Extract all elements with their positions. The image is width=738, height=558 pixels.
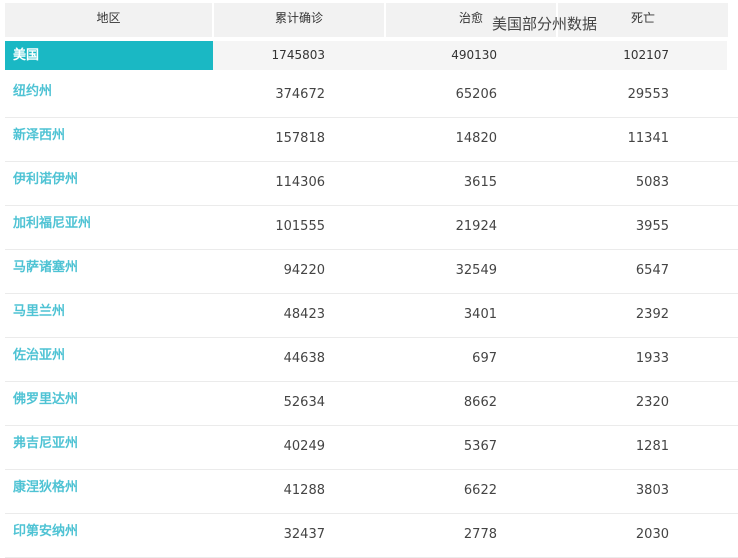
deaths-cell: 5083	[635, 175, 669, 190]
state-name-link[interactable]: 佛罗里达州	[13, 382, 78, 418]
recovered-cell: 65206	[455, 87, 497, 102]
table-row[interactable]: 佐治亚州 44638 697 1933	[5, 338, 738, 382]
state-rows: 纽约州 374672 65206 29553 新泽西州 157818 14820 11341…	[5, 74, 738, 558]
deaths-cell: 3803	[635, 483, 669, 498]
confirmed-cell: 44638	[283, 351, 325, 366]
confirmed-cell: 101555	[275, 219, 325, 234]
state-name-link[interactable]: 弗吉尼亚州	[13, 426, 78, 462]
confirmed-cell: 157818	[275, 131, 325, 146]
deaths-cell: 29553	[627, 87, 669, 102]
deaths-cell: 1933	[635, 351, 669, 366]
state-name-link[interactable]: 新泽西州	[13, 118, 65, 154]
state-name-link[interactable]: 纽约州	[13, 74, 52, 110]
confirmed-cell: 48423	[283, 307, 325, 322]
confirmed-cell: 94220	[283, 263, 325, 278]
confirmed-cell: 40249	[283, 439, 325, 454]
table-row[interactable]: 加利福尼亚州 101555 21924 3955	[5, 206, 738, 250]
recovered-cell: 697	[472, 351, 497, 366]
state-name-link[interactable]: 马萨诸塞州	[13, 250, 78, 286]
table-row[interactable]: 佛罗里达州 52634 8662 2320	[5, 382, 738, 426]
deaths-cell: 2030	[635, 527, 669, 542]
confirmed-cell: 114306	[275, 175, 325, 190]
deaths-cell: 11341	[627, 131, 669, 146]
header-region[interactable]: 地区	[5, 3, 212, 37]
table-row[interactable]: 马萨诸塞州 94220 32549 6547	[5, 250, 738, 294]
deaths-cell: 2320	[635, 395, 669, 410]
table-header: 地区 累计确诊 治愈 死亡	[5, 3, 738, 37]
state-name-link[interactable]: 加利福尼亚州	[13, 206, 91, 242]
total-confirmed: 1745803	[271, 48, 325, 62]
table-row[interactable]: 马里兰州 48423 3401 2392	[5, 294, 738, 338]
recovered-cell: 32549	[455, 263, 497, 278]
recovered-cell: 5367	[463, 439, 497, 454]
deaths-cell: 1281	[635, 439, 669, 454]
state-name-link[interactable]: 康涅狄格州	[13, 470, 78, 506]
table-row[interactable]: 弗吉尼亚州 40249 5367 1281	[5, 426, 738, 470]
recovered-cell: 3615	[463, 175, 497, 190]
total-deaths: 102107	[623, 48, 669, 62]
recovered-cell: 21924	[455, 219, 497, 234]
state-name-link[interactable]: 伊利诺伊州	[13, 162, 78, 198]
state-name-link[interactable]: 佐治亚州	[13, 338, 65, 374]
deaths-cell: 3955	[635, 219, 669, 234]
table-row[interactable]: 印第安纳州 32437 2778 2030	[5, 514, 738, 558]
confirmed-cell: 52634	[283, 395, 325, 410]
confirmed-cell: 32437	[283, 527, 325, 542]
total-row[interactable]: 美国 1745803 490130 102107	[5, 41, 727, 70]
total-region: 美国	[5, 41, 213, 70]
total-recovered: 490130	[451, 48, 497, 62]
table-row[interactable]: 纽约州 374672 65206 29553	[5, 74, 738, 118]
recovered-cell: 6622	[463, 483, 497, 498]
confirmed-cell: 41288	[283, 483, 325, 498]
table-row[interactable]: 康涅狄格州 41288 6622 3803	[5, 470, 738, 514]
recovered-cell: 8662	[463, 395, 497, 410]
table-row[interactable]: 新泽西州 157818 14820 11341	[5, 118, 738, 162]
recovered-cell: 14820	[455, 131, 497, 146]
state-data-table: 地区 累计确诊 治愈 死亡 美国 1745803 490130 102107 纽…	[5, 3, 738, 558]
deaths-cell: 6547	[635, 263, 669, 278]
confirmed-cell: 374672	[275, 87, 325, 102]
state-name-link[interactable]: 马里兰州	[13, 294, 65, 330]
overlay-title: 美国部分州数据	[492, 15, 598, 33]
table-row[interactable]: 伊利诺伊州 114306 3615 5083	[5, 162, 738, 206]
header-confirmed[interactable]: 累计确诊	[214, 3, 384, 37]
recovered-cell: 3401	[463, 307, 497, 322]
state-name-link[interactable]: 印第安纳州	[13, 514, 78, 550]
recovered-cell: 2778	[463, 527, 497, 542]
deaths-cell: 2392	[635, 307, 669, 322]
